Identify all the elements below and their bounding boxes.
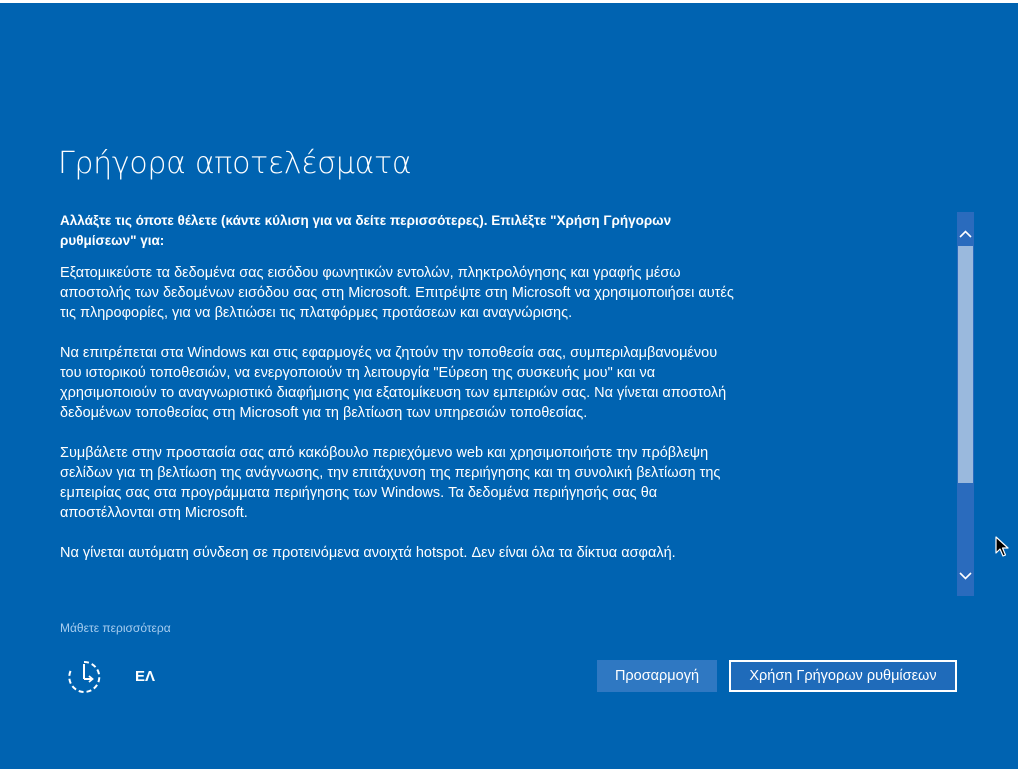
paragraph-hotspots: Να γίνεται αυτόματη σύνδεση σε προτεινόμ… (60, 545, 676, 561)
ease-of-access-icon[interactable] (65, 659, 103, 697)
mouse-pointer-icon (995, 536, 1009, 558)
chevron-down-icon[interactable] (957, 566, 974, 586)
paragraph-input-personalization: Εξατομικεύστε τα δεδομένα σας εισόδου φω… (60, 265, 734, 321)
customize-button[interactable]: Προσαρμογή (597, 660, 717, 692)
scroll-thumb[interactable] (958, 246, 973, 483)
page-title: Γρήγορα αποτελέσματα (58, 146, 412, 181)
learn-more-link[interactable]: Μάθετε περισσότερα (60, 620, 171, 636)
settings-scroll-area[interactable]: Αλλάξτε τις όποτε θέλετε (κάντε κύλιση γ… (60, 211, 740, 594)
setup-screen: Γρήγορα αποτελέσματα Αλλάξτε τις όποτε θ… (0, 3, 1018, 769)
paragraph-location: Να επιτρέπεται στα Windows και στις εφαρ… (60, 345, 727, 421)
use-express-settings-button[interactable]: Χρήση Γρήγορων ρυθμίσεων (729, 660, 957, 692)
vertical-scrollbar[interactable] (957, 212, 974, 596)
paragraph-browser-protection: Συμβάλετε στην προστασία σας από κακόβου… (60, 445, 721, 521)
language-indicator[interactable]: ΕΛ (135, 667, 155, 687)
intro-text: Αλλάξτε τις όποτε θέλετε (κάντε κύλιση γ… (60, 213, 672, 248)
chevron-up-icon[interactable] (957, 224, 974, 244)
